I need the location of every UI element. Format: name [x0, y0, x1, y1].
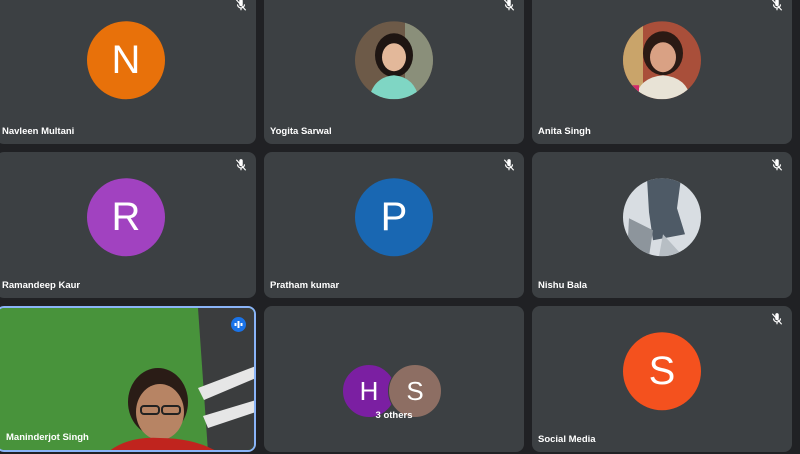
avatar-initial: H — [359, 375, 379, 406]
others-count-label: 3 others — [375, 410, 413, 421]
participant-name: Social Media — [538, 434, 596, 445]
avatar: P — [355, 178, 433, 257]
profile-photo — [623, 178, 701, 257]
mic-muted-icon — [770, 158, 784, 172]
mic-muted-icon — [502, 0, 516, 12]
video-feed — [0, 308, 254, 450]
participant-name: Pratham kumar — [270, 280, 340, 291]
mic-muted-icon — [234, 0, 248, 12]
mic-muted-icon — [502, 158, 516, 172]
participant-tile-maninderjot[interactable]: Maninderjot Singh — [0, 306, 256, 452]
participant-name: Navleen Multani — [2, 126, 75, 137]
avatar-initial: N — [111, 37, 141, 82]
participant-name: Anita Singh — [538, 126, 591, 137]
avatar-initial: R — [111, 194, 141, 239]
mic-muted-icon — [770, 0, 784, 12]
profile-photo — [355, 21, 433, 100]
avatar: N — [87, 21, 165, 100]
profile-photo — [623, 21, 701, 100]
participant-name: Ramandeep Kaur — [2, 280, 81, 291]
participant-tile-social-media[interactable]: S Social Media — [532, 306, 792, 452]
participant-tile-ramandeep[interactable]: R Ramandeep Kaur — [0, 152, 256, 298]
mic-muted-icon — [234, 158, 248, 172]
avatar-initial: S — [648, 348, 676, 393]
participant-tile-navleen[interactable]: N Navleen Multani — [0, 0, 256, 144]
avatar: R — [87, 178, 165, 257]
participant-tile-anita[interactable]: Anita Singh — [532, 0, 792, 144]
participant-name: Nishu Bala — [538, 280, 588, 291]
avatar-initial: P — [380, 194, 408, 239]
participant-tile-yogita[interactable]: Yogita Sarwal — [264, 0, 524, 144]
participant-name: Yogita Sarwal — [270, 126, 332, 137]
others-tile[interactable]: H S 3 others — [264, 306, 524, 452]
participant-tile-nishu[interactable]: Nishu Bala — [532, 152, 792, 298]
avatar-initial: S — [406, 375, 424, 406]
participant-name: Maninderjot Singh — [6, 432, 89, 443]
avatar: S — [623, 332, 701, 411]
mic-muted-icon — [770, 312, 784, 326]
participant-tile-pratham[interactable]: P Pratham kumar — [264, 152, 524, 298]
speaking-indicator-icon — [231, 317, 246, 332]
